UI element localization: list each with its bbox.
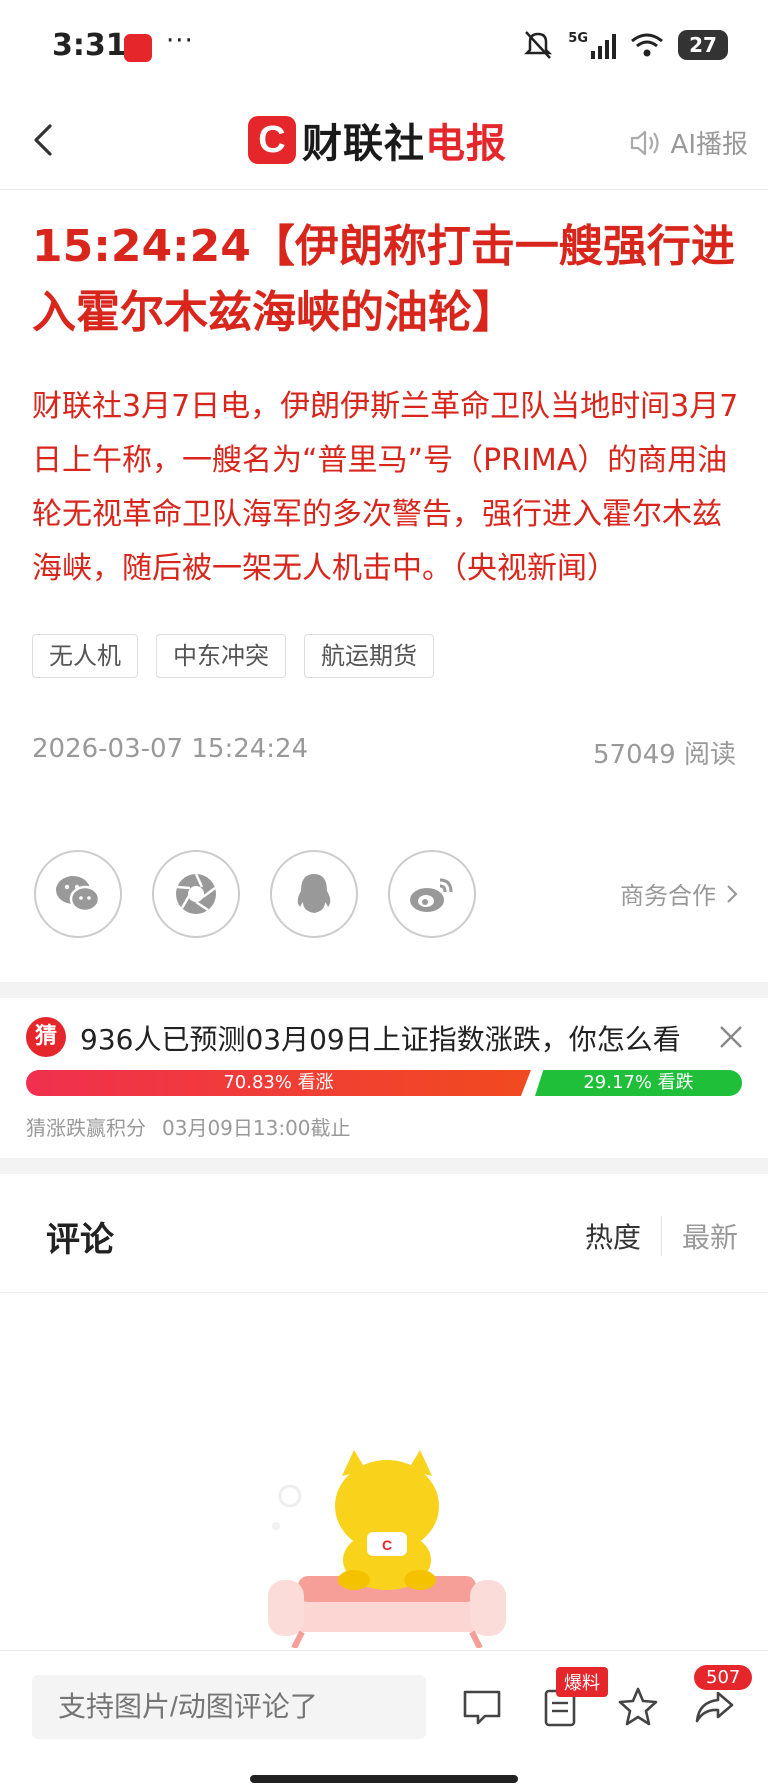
read-count: 57049 阅读 xyxy=(593,740,736,770)
network-type: 5G xyxy=(568,31,588,46)
prediction-reward-text: 猜涨跌赢积分 xyxy=(26,1116,146,1140)
share-weibo-button[interactable] xyxy=(388,850,476,938)
battery-icon: 27 xyxy=(678,30,728,60)
publish-date: 2026-03-07 15:24:24 xyxy=(32,734,309,764)
prediction-footer: 猜涨跌赢积分 03月09日13:00截止 xyxy=(26,1112,351,1141)
prediction-deadline: 03月09日13:00截止 xyxy=(162,1116,351,1140)
logo-text: 财联社电报 xyxy=(302,111,507,169)
baoliao-badge: 爆料 xyxy=(556,1667,608,1697)
share-arrow-icon[interactable] xyxy=(692,1685,736,1729)
share-moments-button[interactable] xyxy=(152,850,240,938)
share-count-badge: 507 xyxy=(694,1665,753,1690)
tag-item[interactable]: 中东冲突 xyxy=(156,634,286,678)
weibo-icon xyxy=(410,878,453,912)
logo-mark: C xyxy=(248,116,296,164)
page: 3:31 ··· 5G 27 C 财联社电报 AI播报 15:24:24【伊朗称… xyxy=(0,0,768,1792)
tag-item[interactable]: 航运期货 xyxy=(304,634,434,678)
business-cooperation-link[interactable]: 商务合作 xyxy=(620,876,738,911)
prediction-title[interactable]: 936人已预测03月09日上证指数涨跌，你怎么看 xyxy=(80,1018,681,1058)
wifi-icon xyxy=(631,33,663,57)
comment-input[interactable] xyxy=(32,1675,426,1739)
guess-badge: 猜 xyxy=(26,1017,66,1057)
tag-item[interactable]: 无人机 xyxy=(32,634,138,678)
bearish-vote-bar[interactable]: 29.17% 看跌 xyxy=(535,1070,742,1096)
share-qq-button[interactable] xyxy=(270,850,358,938)
ai-play-label: AI播报 xyxy=(670,130,748,160)
ai-play-button[interactable]: AI播报 xyxy=(629,124,748,161)
sort-new-tab[interactable]: 最新 xyxy=(662,1216,738,1256)
star-favorite-icon[interactable] xyxy=(616,1685,660,1729)
tag-list: 无人机 中东冲突 航运期货 xyxy=(32,634,434,678)
empty-comments-mascot-illustration: C xyxy=(268,1450,506,1648)
notification-app-icon xyxy=(124,34,152,62)
signal-icon: 5G xyxy=(568,31,616,59)
back-arrow-icon[interactable] xyxy=(28,120,58,160)
home-indicator xyxy=(250,1775,518,1783)
bottom-action-bar: 爆料 507 xyxy=(0,1650,768,1792)
close-icon[interactable] xyxy=(716,1022,746,1052)
section-divider xyxy=(0,1158,768,1174)
comments-title: 评论 xyxy=(46,1220,114,1260)
cls-telegraph-logo: C 财联社电报 xyxy=(248,112,507,168)
sort-hot-tab[interactable]: 热度 xyxy=(585,1216,662,1256)
wechat-icon xyxy=(56,876,101,913)
section-divider xyxy=(0,982,768,998)
business-cooperation-label: 商务合作 xyxy=(620,882,716,910)
logo-text-black: 财联社 xyxy=(302,121,425,167)
share-row xyxy=(34,850,476,938)
article-headline: 15:24:24【伊朗称打击一艘强行进入霍尔木兹海峡的油轮】 xyxy=(32,221,735,338)
comment-icon[interactable] xyxy=(460,1685,504,1729)
share-wechat-button[interactable] xyxy=(34,850,122,938)
chevron-right-icon xyxy=(727,884,738,903)
speaker-icon xyxy=(630,130,659,155)
mute-bell-icon xyxy=(524,31,553,59)
article-body: 财联社3月7日电，伊朗伊斯兰革命卫队当地时间3月7日上午称，一艘名为“普里马”号… xyxy=(32,389,739,586)
bullish-vote-bar[interactable]: 70.83% 看涨 xyxy=(26,1070,531,1096)
more-notifications-icon: ··· xyxy=(166,26,194,56)
qq-penguin-icon xyxy=(297,874,331,913)
moments-shutter-icon xyxy=(176,873,216,914)
svg-text:C: C xyxy=(382,1537,392,1553)
nav-bar: C 财联社电报 AI播报 xyxy=(0,90,768,190)
status-icons: 5G 27 xyxy=(522,30,728,60)
comment-sort: 热度 最新 xyxy=(585,1216,738,1256)
comments-divider xyxy=(0,1292,768,1293)
status-time: 3:31 xyxy=(52,28,127,63)
logo-text-red: 电报 xyxy=(425,121,507,167)
